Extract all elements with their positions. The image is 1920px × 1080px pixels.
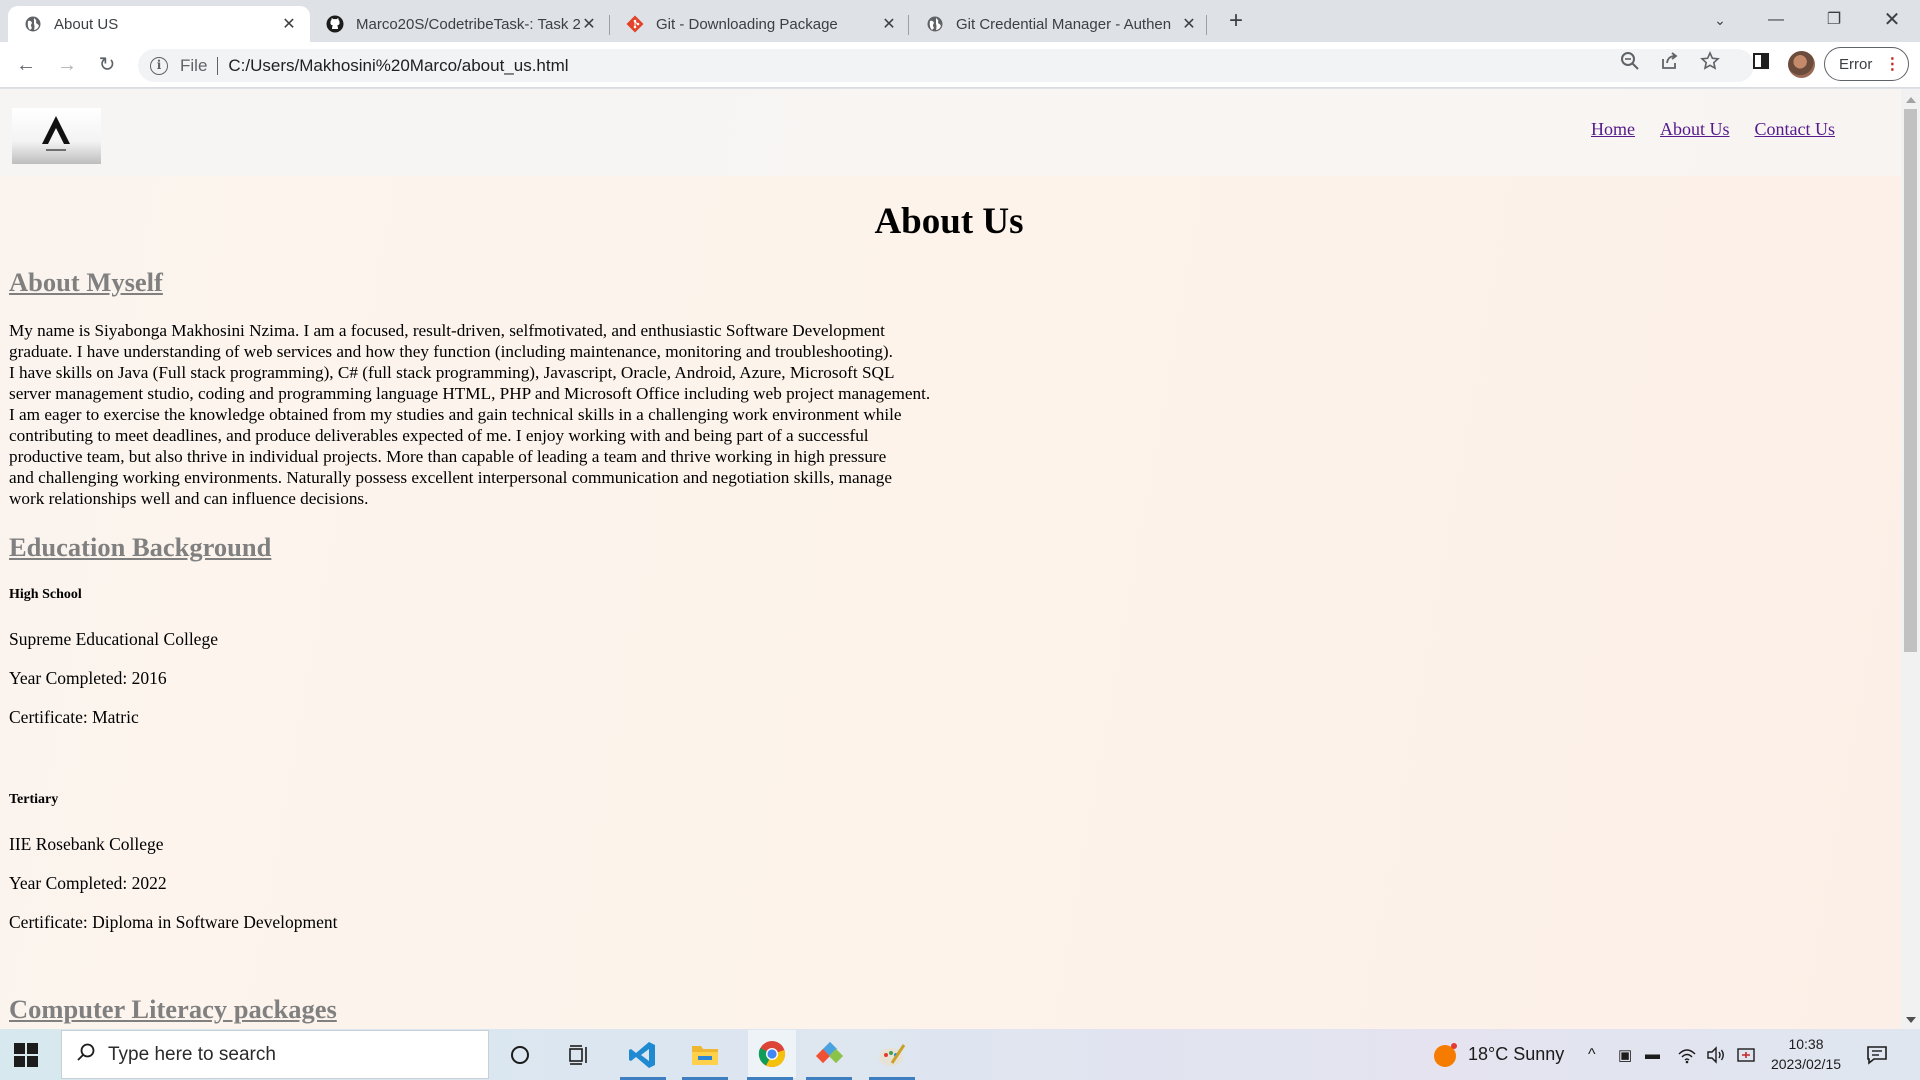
site-logo[interactable] xyxy=(12,108,101,164)
tab-search-icon[interactable]: ⌄ xyxy=(1692,0,1748,40)
scroll-down-arrow-icon[interactable] xyxy=(1906,1017,1916,1023)
forward-arrow-icon[interactable]: → xyxy=(53,51,81,79)
system-clock[interactable]: 10:38 2023/02/15 xyxy=(1768,1034,1844,1074)
wifi-icon[interactable] xyxy=(1677,1029,1697,1080)
bio-line: server management studio, coding and pro… xyxy=(9,384,931,403)
close-icon[interactable]: ✕ xyxy=(280,14,298,34)
bio-line: and challenging working environments. Na… xyxy=(9,468,893,487)
github-icon xyxy=(326,15,344,33)
close-window-icon[interactable]: ✕ xyxy=(1864,0,1920,40)
bio-line: I have skills on Java (Full stack progra… xyxy=(9,363,895,382)
close-icon[interactable]: ✕ xyxy=(580,14,598,34)
notifications-icon[interactable] xyxy=(1866,1029,1890,1080)
nav-contact-link[interactable]: Contact Us xyxy=(1755,119,1836,140)
scroll-up-arrow-icon[interactable] xyxy=(1906,97,1916,103)
bio-line: contributing to meet deadlines, and prod… xyxy=(9,426,869,445)
minimize-icon[interactable]: — xyxy=(1748,0,1804,40)
close-icon[interactable]: ✕ xyxy=(880,14,898,34)
tab-title: Git Credential Manager - Authen xyxy=(956,15,1172,33)
restore-icon[interactable]: ❐ xyxy=(1806,0,1862,40)
bio-paragraph: My name is Siyabonga Makhosini Nzima. I … xyxy=(9,320,1009,509)
close-icon[interactable]: ✕ xyxy=(1180,14,1198,34)
tab-git-download[interactable]: Git - Downloading Package ✕ xyxy=(610,6,910,42)
high-school-year: Year Completed: 2016 xyxy=(9,668,167,688)
site-nav: Home About Us Contact Us xyxy=(1591,119,1835,140)
bio-line: I am eager to exercise the knowledge obt… xyxy=(9,405,902,424)
url-text[interactable]: C:/Users/Makhosini%20Marco/about_us.html xyxy=(228,56,568,76)
scrollbar-thumb[interactable] xyxy=(1904,109,1917,652)
error-label: Error xyxy=(1839,55,1873,73)
task-view-icon[interactable] xyxy=(560,1037,600,1073)
windows-start-icon[interactable] xyxy=(14,1043,38,1067)
share-icon[interactable] xyxy=(1660,51,1680,79)
show-hidden-icons-icon[interactable]: ^ xyxy=(1588,1029,1596,1080)
education-heading: Education Background xyxy=(9,532,272,562)
volume-icon[interactable] xyxy=(1706,1029,1726,1080)
bio-line: My name is Siyabonga Makhosini Nzima. I … xyxy=(9,321,885,340)
bookmark-star-icon[interactable] xyxy=(1700,51,1720,79)
globe-icon xyxy=(926,15,944,33)
high-school-label: High School xyxy=(9,587,82,602)
weather-widget[interactable]: 18°C Sunny xyxy=(1432,1029,1564,1080)
file-explorer-icon[interactable] xyxy=(685,1037,725,1073)
globe-icon xyxy=(24,15,42,33)
side-panel-icon[interactable] xyxy=(1751,51,1771,79)
address-bar[interactable]: i File C:/Users/Makhosini%20Marco/about_… xyxy=(138,49,1754,82)
site-header: Home About Us Contact Us xyxy=(0,89,1901,176)
bio-line: work relationships well and can influenc… xyxy=(9,489,369,508)
windows-taskbar: Type here to search 18°C Sunny ^ ▣ ▬ 10:… xyxy=(0,1029,1920,1080)
high-school-certificate: Certificate: Matric xyxy=(9,707,139,727)
clock-date: 2023/02/15 xyxy=(1770,1056,1842,1072)
weather-text: 18°C Sunny xyxy=(1468,1044,1565,1064)
tab-github[interactable]: Marco20S/CodetribeTask-: Task 2 ✕ xyxy=(310,6,610,42)
about-myself-heading: About Myself xyxy=(9,267,163,297)
clock-time: 10:38 xyxy=(1788,1036,1824,1052)
vscode-icon[interactable] xyxy=(623,1037,663,1073)
tab-title: Git - Downloading Package xyxy=(656,15,838,33)
tab-git-credential[interactable]: Git Credential Manager - Authen ✕ xyxy=(910,6,1210,42)
search-icon xyxy=(76,1042,96,1068)
zoom-icon[interactable] xyxy=(1620,51,1640,79)
git-icon xyxy=(626,15,644,33)
profile-avatar[interactable] xyxy=(1788,51,1815,78)
taskbar-search-box[interactable]: Type here to search xyxy=(61,1030,489,1079)
tab-strip: About US ✕ Marco20S/CodetribeTask-: Task… xyxy=(0,0,1920,42)
browser-toolbar: ← → ↻ i File C:/Users/Makhosini%20Marco/… xyxy=(0,42,1920,88)
tab-title: About US xyxy=(54,15,119,33)
new-tab-button[interactable]: + xyxy=(1222,8,1250,36)
nav-about-link[interactable]: About Us xyxy=(1660,119,1730,140)
page-scrollbar[interactable] xyxy=(1901,89,1920,1029)
back-arrow-icon[interactable]: ← xyxy=(12,51,40,79)
battery-icon[interactable]: ▬ xyxy=(1645,1029,1660,1080)
tertiary-year: Year Completed: 2022 xyxy=(9,873,167,893)
tertiary-label: Tertiary xyxy=(9,792,59,807)
profile-error-button[interactable]: Error ⋮ xyxy=(1824,47,1909,81)
more-menu-icon[interactable]: ⋮ xyxy=(1884,54,1900,74)
tab-about-us[interactable]: About US ✕ xyxy=(8,6,310,42)
computer-literacy-heading: Computer Literacy packages xyxy=(9,994,337,1024)
chrome-icon[interactable] xyxy=(748,1030,796,1078)
nav-home-link[interactable]: Home xyxy=(1591,119,1635,140)
page-viewport: Home About Us Contact Us About Us About … xyxy=(0,89,1901,1029)
page-title: About Us xyxy=(874,201,1024,242)
git-gui-icon[interactable] xyxy=(809,1037,849,1073)
paint-icon[interactable] xyxy=(872,1037,912,1073)
tertiary-institution: IIE Rosebank College xyxy=(9,834,164,854)
info-icon[interactable]: i xyxy=(150,56,168,75)
scheme-label: File xyxy=(180,55,208,75)
cortana-icon[interactable] xyxy=(500,1037,540,1073)
sun-icon xyxy=(1434,1042,1457,1067)
meet-now-icon[interactable]: ▣ xyxy=(1618,1029,1632,1080)
tertiary-certificate: Certificate: Diploma in Software Develop… xyxy=(9,912,338,932)
bio-line: productive team, but also thrive in indi… xyxy=(9,447,887,466)
bio-line: graduate. I have understanding of web se… xyxy=(9,342,893,361)
reload-icon[interactable]: ↻ xyxy=(93,51,121,79)
language-ime-icon[interactable] xyxy=(1737,1029,1757,1080)
search-placeholder: Type here to search xyxy=(108,1043,276,1065)
tab-title: Marco20S/CodetribeTask-: Task 2 xyxy=(356,15,580,33)
high-school-institution: Supreme Educational College xyxy=(9,629,218,649)
